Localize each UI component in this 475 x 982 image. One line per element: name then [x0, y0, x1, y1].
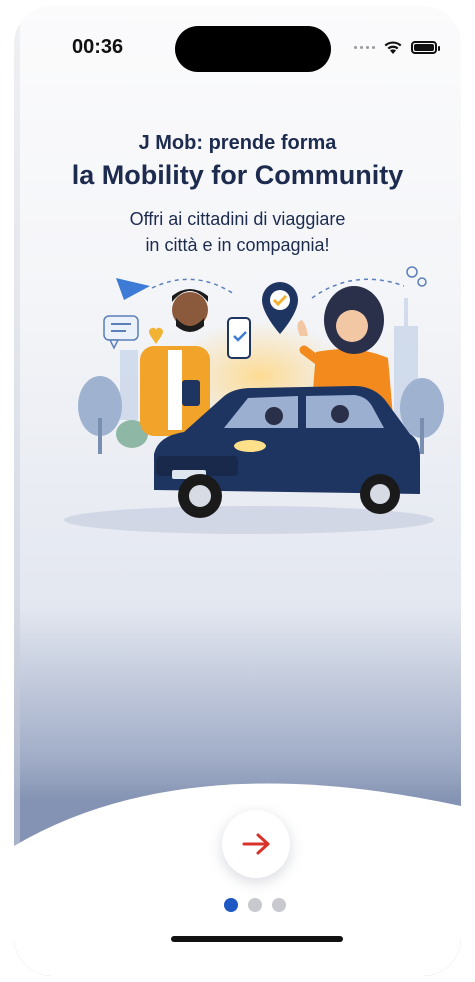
arrow-right-icon — [242, 833, 270, 855]
onboarding-eyebrow: J Mob: prende forma — [138, 132, 337, 154]
page-indicator — [224, 898, 286, 912]
heart-icon — [149, 327, 163, 344]
subtitle-line-1: Offri ai cittadini di viaggiare — [129, 209, 346, 229]
home-indicator[interactable] — [171, 936, 343, 942]
chat-bubble-icon — [103, 315, 139, 341]
carpool-community-illustration — [64, 266, 444, 534]
page-dot-2[interactable] — [248, 898, 262, 912]
dynamic-island — [175, 26, 331, 72]
next-button[interactable] — [222, 810, 290, 878]
wifi-icon — [384, 41, 402, 54]
status-icons — [354, 40, 440, 55]
onboarding-subtitle: Offri ai cittadini di viaggiare in città… — [14, 206, 461, 258]
page-dot-1[interactable] — [224, 898, 238, 912]
page-dot-3[interactable] — [272, 898, 286, 912]
phone-screen: 00:36 J Mob: prende forma la Mobility fo… — [14, 6, 461, 976]
cellular-dots-icon — [354, 46, 375, 49]
subtitle-line-2: in città e in compagnia! — [145, 235, 330, 255]
onboarding-title: la Mobility for Community — [71, 160, 404, 190]
status-time: 00:36 — [72, 36, 124, 58]
paper-plane-icon — [116, 278, 150, 300]
battery-icon — [411, 41, 440, 54]
